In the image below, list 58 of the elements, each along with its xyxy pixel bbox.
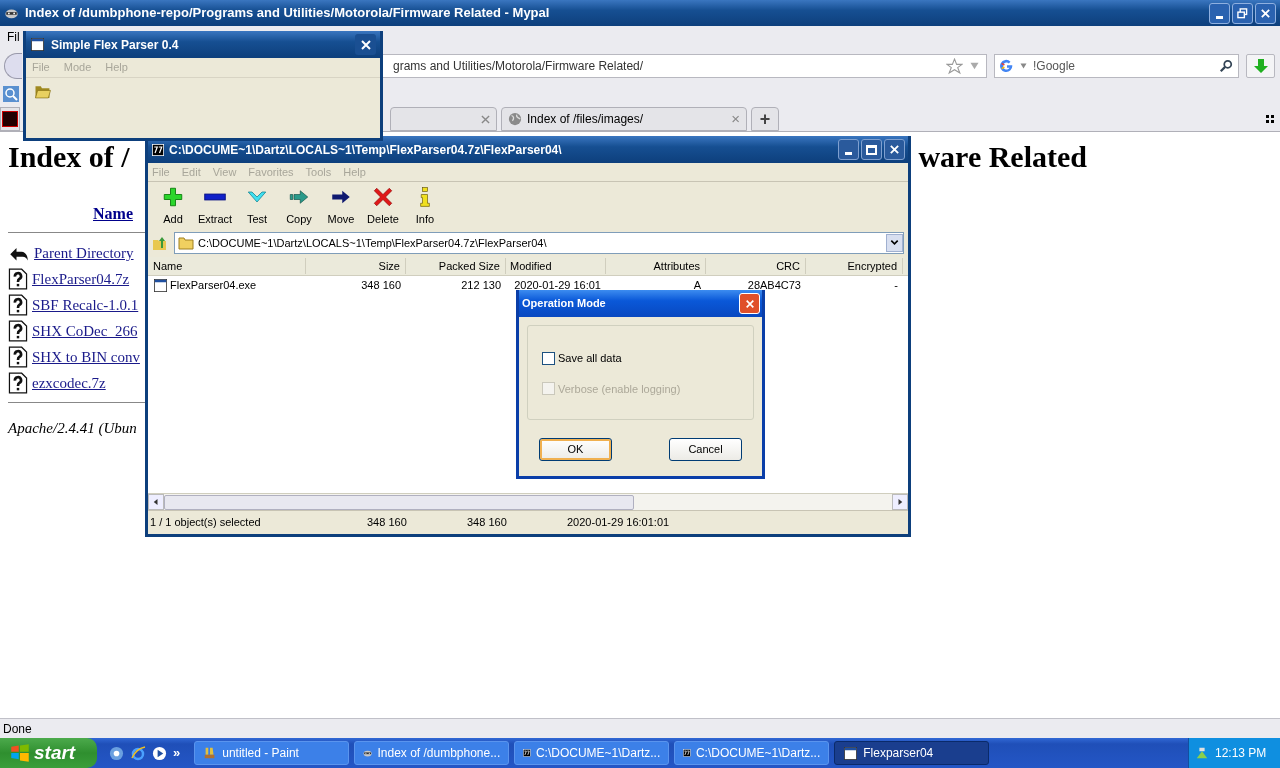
file-link[interactable]: SBF Recalc-1.0.1 — [32, 293, 139, 317]
file-link[interactable]: Parent Directory — [34, 241, 134, 265]
file-link[interactable]: SHX CoDec_266 — [32, 319, 138, 343]
taskbar-button[interactable]: untitled - Paint — [194, 741, 350, 765]
column-header[interactable]: Packed Size — [406, 257, 506, 275]
toolbar-button[interactable]: Add — [154, 186, 192, 227]
column-header[interactable]: Modified — [506, 257, 606, 275]
window-title: C:\DOCUME~1\Dartz\LOCALS~1\Temp\FlexParser04.7z\FlexParser04\ — [169, 141, 562, 159]
column-header[interactable]: Size — [306, 257, 406, 275]
taskbar-button[interactable]: Flexparser04 — [834, 741, 990, 765]
window-title: Index of /dumbphone-repo/Programs and Utilities/Motorola/Firmware Related - Mypal — [25, 4, 550, 23]
dialog-button[interactable]: Cancel — [669, 438, 742, 461]
status-text: 1 / 1 object(s) selected — [149, 515, 262, 531]
file-link[interactable]: FlexParser04.7z — [32, 267, 130, 291]
menu-item[interactable]: Fil — [7, 28, 20, 46]
new-tab-button[interactable]: + — [751, 107, 779, 131]
taskbar-button[interactable]: Index of /dumbphone... — [354, 741, 510, 765]
start-button[interactable]: start — [0, 738, 97, 768]
path-field[interactable]: C:\DOCUME~1\Dartz\LOCALS~1\Temp\FlexParser04.7z\FlexParser04\ — [174, 232, 904, 254]
column-header[interactable]: Name — [148, 257, 306, 275]
column-link[interactable]: Name — [93, 205, 133, 222]
table-cell-text: - — [893, 278, 899, 294]
search-field[interactable]: !Google — [994, 54, 1239, 78]
toolbar-button[interactable]: Info — [406, 186, 444, 227]
clock: 12:13 PM — [1215, 745, 1267, 762]
checkbox-label: Verbose (enable logging) — [558, 381, 681, 397]
dialog-button[interactable]: OK — [539, 438, 612, 461]
file-link[interactable]: ezxcodec.7z — [32, 371, 106, 395]
taskbar-button[interactable]: C:\DOCUME~1\Dartz... — [674, 741, 830, 765]
table-cell-text: A — [692, 278, 702, 294]
window-title: Simple Flex Parser 0.4 — [51, 36, 179, 54]
toolbar-button[interactable]: Move — [322, 186, 360, 227]
status-text: 2020-01-29 16:01:01 — [566, 515, 671, 531]
column-header[interactable]: Attributes — [606, 257, 706, 275]
column-header[interactable]: Encrypted — [806, 257, 903, 275]
checkbox-label: Save all data — [558, 351, 622, 366]
server-signature: Apache/2.4.41 (Ubun — [8, 419, 138, 438]
column-header[interactable]: CRC — [706, 257, 806, 275]
status-text: 348 160 — [366, 515, 408, 531]
file-link[interactable]: SHX to BIN conv — [32, 345, 140, 369]
status-text: 348 160 — [466, 515, 508, 531]
chevron-text[interactable]: » — [173, 743, 181, 763]
status-text: Done — [3, 720, 32, 738]
table-cell-text: 2020-01-29 16:01 — [513, 278, 602, 294]
taskbar-button[interactable]: C:\DOCUME~1\Dartz... — [514, 741, 670, 765]
search-text: !Google — [1033, 58, 1076, 75]
table-cell-text: 212 130 — [460, 278, 502, 294]
tab[interactable]: Index of /files/images/ × — [501, 107, 747, 131]
table-cell-text: 348 160 — [360, 278, 402, 294]
table-cell-text: 28AB4C73 — [746, 278, 802, 294]
toolbar-button[interactable]: Delete — [364, 186, 402, 227]
toolbar-button[interactable]: Copy — [280, 186, 318, 227]
toolbar-button[interactable]: Test — [238, 186, 276, 227]
table-cell: FlexParser04.exe — [148, 277, 306, 294]
toolbar-button[interactable]: Extract — [196, 186, 234, 227]
page-heading: Index of / — [8, 140, 130, 174]
page-heading: ware Related — [918, 140, 1087, 174]
dialog-title: Operation Mode — [522, 296, 606, 312]
